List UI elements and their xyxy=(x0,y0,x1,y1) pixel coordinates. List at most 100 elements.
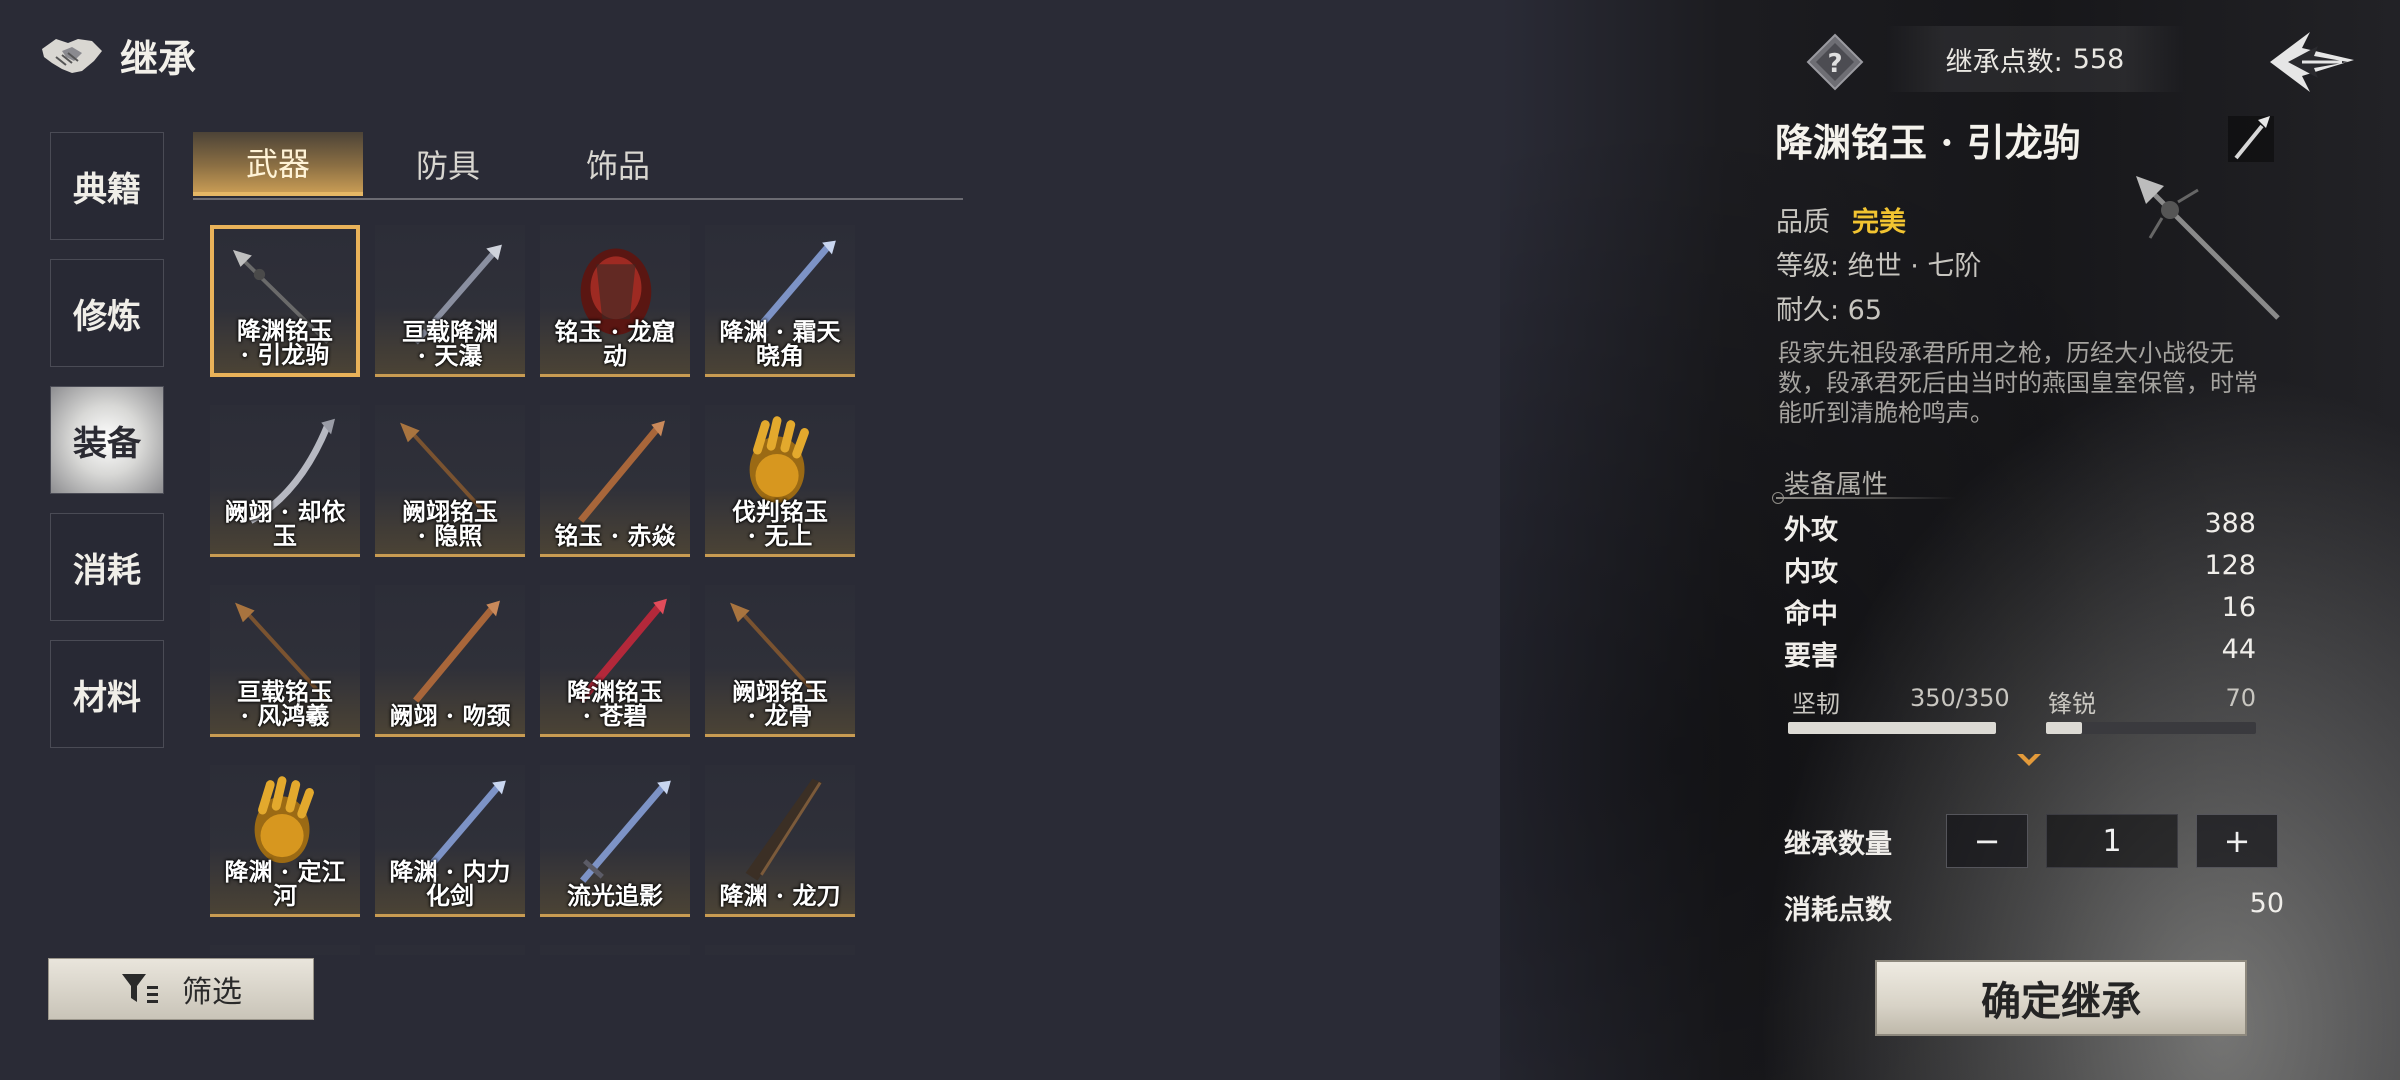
stat-row: 要害 44 xyxy=(1784,634,2256,673)
item-name-line: · 无上 xyxy=(747,521,813,550)
stat-value: 128 xyxy=(2204,550,2256,581)
item-slot-label: 阙翊 · 却依玉 xyxy=(210,500,360,548)
stat-row: 外攻 388 xyxy=(1784,508,2256,547)
nav-item-label: 消耗 xyxy=(73,550,141,591)
item-slot[interactable]: 降渊铭玉 · 引龙驹 xyxy=(210,225,360,377)
cost-value: 50 xyxy=(2249,888,2284,919)
item-slot[interactable]: 阙翊 · 吻颈 xyxy=(375,585,525,737)
item-name-line: 阙翊 · 吻颈 xyxy=(389,701,511,730)
item-slot[interactable]: 亘载铭玉 · 风鸿羲 xyxy=(210,585,360,737)
item-slot[interactable]: 伐判铭玉 · 无上 xyxy=(705,405,855,557)
quality-value: 完美 xyxy=(1852,207,1906,238)
nav-item-equipment[interactable]: 装备 xyxy=(50,386,164,494)
cost-label: 消耗点数 xyxy=(1784,895,1892,926)
item-slot[interactable]: 阙翊铭玉 · 隐照 xyxy=(375,405,525,557)
tab-accessories[interactable]: 饰品 xyxy=(533,132,703,196)
item-slot-label: 亘载铭玉 · 风鸿羲 xyxy=(210,680,360,728)
cost-row: 消耗点数 50 xyxy=(1784,888,2284,927)
item-slot-label: 降渊 · 龙刀 xyxy=(705,884,855,908)
nav-item-consumables[interactable]: 消耗 xyxy=(50,513,164,621)
decrease-quantity-button[interactable]: − xyxy=(1946,814,2028,868)
sharpness-label: 锋锐 xyxy=(2048,684,2096,719)
quality-label: 品质 xyxy=(1776,207,1830,238)
item-slot-label: 阙翊铭玉 · 龙骨 xyxy=(705,680,855,728)
item-slot-label: 伐判铭玉 · 无上 xyxy=(705,500,855,548)
stat-label: 要害 xyxy=(1784,641,1838,672)
item-name-line: 玉 xyxy=(273,521,297,550)
stat-label: 内攻 xyxy=(1784,557,1838,588)
help-icon[interactable]: ? xyxy=(1805,32,1865,92)
item-slot[interactable]: 阙翊铭玉 · 龙骨 xyxy=(705,585,855,737)
item-slot-label: 降渊 · 霜天 晓角 xyxy=(705,320,855,368)
nav-item-classics[interactable]: 典籍 xyxy=(50,132,164,240)
filter-button[interactable]: 筛选 xyxy=(48,958,314,1020)
back-arrow-icon[interactable] xyxy=(2262,26,2358,98)
item-name-line: · 引龙驹 xyxy=(240,340,330,369)
section-divider-dot xyxy=(1772,492,1784,504)
item-slot-label: 铭玉 · 龙窟动 xyxy=(540,320,690,368)
sharpness-value: 70 xyxy=(2225,684,2256,712)
inherit-quantity-label: 继承数量 xyxy=(1784,829,1892,860)
increase-quantity-button[interactable]: + xyxy=(2196,814,2278,868)
quality-row: 品质 完美 xyxy=(1776,200,1906,239)
item-slot[interactable]: 阙翊 · 却依玉 xyxy=(210,405,360,557)
item-name: 降渊铭玉 · 引龙驹 xyxy=(1775,120,2081,165)
sharpness-bar-fill xyxy=(2046,722,2082,734)
category-nav: 典籍 修炼 装备 消耗 材料 xyxy=(50,132,166,767)
item-slot[interactable]: 降渊 · 内力 化剑 xyxy=(375,765,525,917)
stat-value: 44 xyxy=(2221,634,2256,665)
points-label: 继承点数: xyxy=(1945,46,2063,78)
item-slot[interactable]: 降渊 · 龙刀 xyxy=(705,765,855,917)
durability-text: 耐久: 65 xyxy=(1776,295,1883,326)
stat-label: 外攻 xyxy=(1784,515,1838,546)
item-slot[interactable]: 流光追影 xyxy=(540,765,690,917)
level-text: 等级: 绝世 · 七阶 xyxy=(1776,251,1982,282)
nav-item-label: 材料 xyxy=(73,677,141,718)
equipment-tabs: 武器 防具 饰品 xyxy=(193,132,963,200)
item-slot[interactable]: 铭玉 · 龙窟动 xyxy=(540,225,690,377)
item-name-line: 化剑 xyxy=(426,881,474,910)
stat-label: 命中 xyxy=(1784,599,1838,630)
item-slot[interactable]: 降渊 · 定江河 xyxy=(210,765,360,917)
item-slot-label: 降渊 · 定江河 xyxy=(210,860,360,908)
weapon-type-icon xyxy=(2228,116,2274,162)
item-slot-label: 铭玉 · 赤焱 xyxy=(540,524,690,548)
item-slot[interactable] xyxy=(210,945,360,955)
stat-row: 内攻 128 xyxy=(1784,550,2256,589)
item-name-line: · 天瀑 xyxy=(417,341,483,370)
points-value: 558 xyxy=(2072,43,2125,75)
chevron-down-icon[interactable] xyxy=(2015,750,2043,770)
item-grid: 降渊铭玉 · 引龙驹 亘载降渊 · 天瀑 铭玉 · 龙窟动降渊 · 霜天 晓角阙翊 · 却… xyxy=(210,225,860,955)
toughness-value: 350/350 xyxy=(1910,684,2010,712)
confirm-inherit-button[interactable]: 确定继承 xyxy=(1875,960,2247,1036)
item-name-line: · 隐照 xyxy=(417,521,483,550)
quantity-value[interactable]: 1 xyxy=(2046,814,2178,868)
stat-value: 16 xyxy=(2221,592,2256,623)
sharpness-bar xyxy=(2046,722,2256,734)
attributes-section-title: 装备属性 xyxy=(1784,470,1889,500)
item-slot-label: 阙翊 · 吻颈 xyxy=(375,704,525,728)
item-name-line: 晓角 xyxy=(756,341,804,370)
filter-icon xyxy=(122,974,158,1003)
item-name-line: 动 xyxy=(603,341,627,370)
item-slot[interactable]: 降渊铭玉 · 苍碧 xyxy=(540,585,690,737)
item-slot[interactable] xyxy=(705,945,855,955)
item-slot-label: 降渊铭玉 · 苍碧 xyxy=(540,680,690,728)
tab-weapons[interactable]: 武器 xyxy=(193,132,363,196)
nav-item-cultivation[interactable]: 修炼 xyxy=(50,259,164,367)
item-name-line: 铭玉 · 赤焱 xyxy=(554,521,676,550)
bar-label-text: 坚韧 xyxy=(1792,690,1840,718)
toughness-bar xyxy=(1788,722,1996,734)
item-slot[interactable] xyxy=(375,945,525,955)
item-slot[interactable]: 降渊 · 霜天 晓角 xyxy=(705,225,855,377)
tab-armor[interactable]: 防具 xyxy=(363,132,533,196)
item-name-line: · 苍碧 xyxy=(582,701,648,730)
nav-item-materials[interactable]: 材料 xyxy=(50,640,164,748)
nav-item-label: 装备 xyxy=(73,423,141,464)
toughness-bar-fill xyxy=(1788,722,1996,734)
item-name-line: · 龙骨 xyxy=(747,701,813,730)
item-slot[interactable]: 亘载降渊 · 天瀑 xyxy=(375,225,525,377)
item-slot[interactable] xyxy=(540,945,690,955)
item-slot[interactable]: 铭玉 · 赤焱 xyxy=(540,405,690,557)
spear-icon xyxy=(2136,176,2280,320)
